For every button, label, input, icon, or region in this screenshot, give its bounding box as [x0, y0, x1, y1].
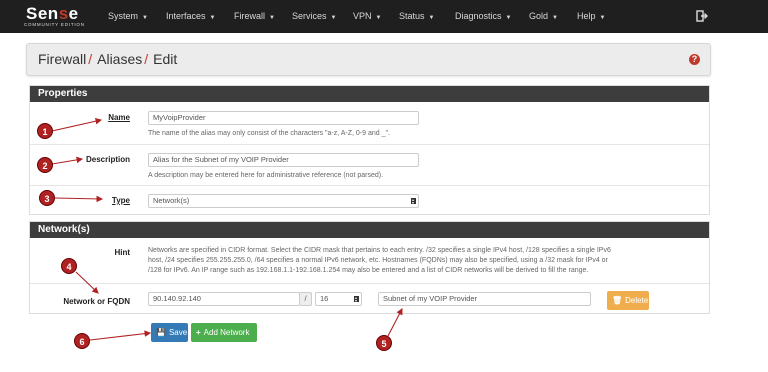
annotation-marker-3: 3 [39, 190, 55, 206]
annotation-arrows [51, 117, 403, 341]
annotation-marker-4: 4 [61, 258, 77, 274]
annotation-marker-1: 1 [37, 123, 53, 139]
annotation-arrow-5 [387, 308, 403, 337]
annotation-marker-5: 5 [376, 335, 392, 351]
annotation-marker-2: 2 [37, 157, 53, 173]
annotation-arrow-1 [51, 117, 103, 132]
annotation-arrow-6 [89, 330, 152, 341]
annotation-marker-6: 6 [74, 333, 90, 349]
annotation-arrow-2 [51, 156, 84, 165]
annotation-arrow-4 [75, 271, 99, 294]
annotation-arrow-3 [54, 195, 104, 203]
